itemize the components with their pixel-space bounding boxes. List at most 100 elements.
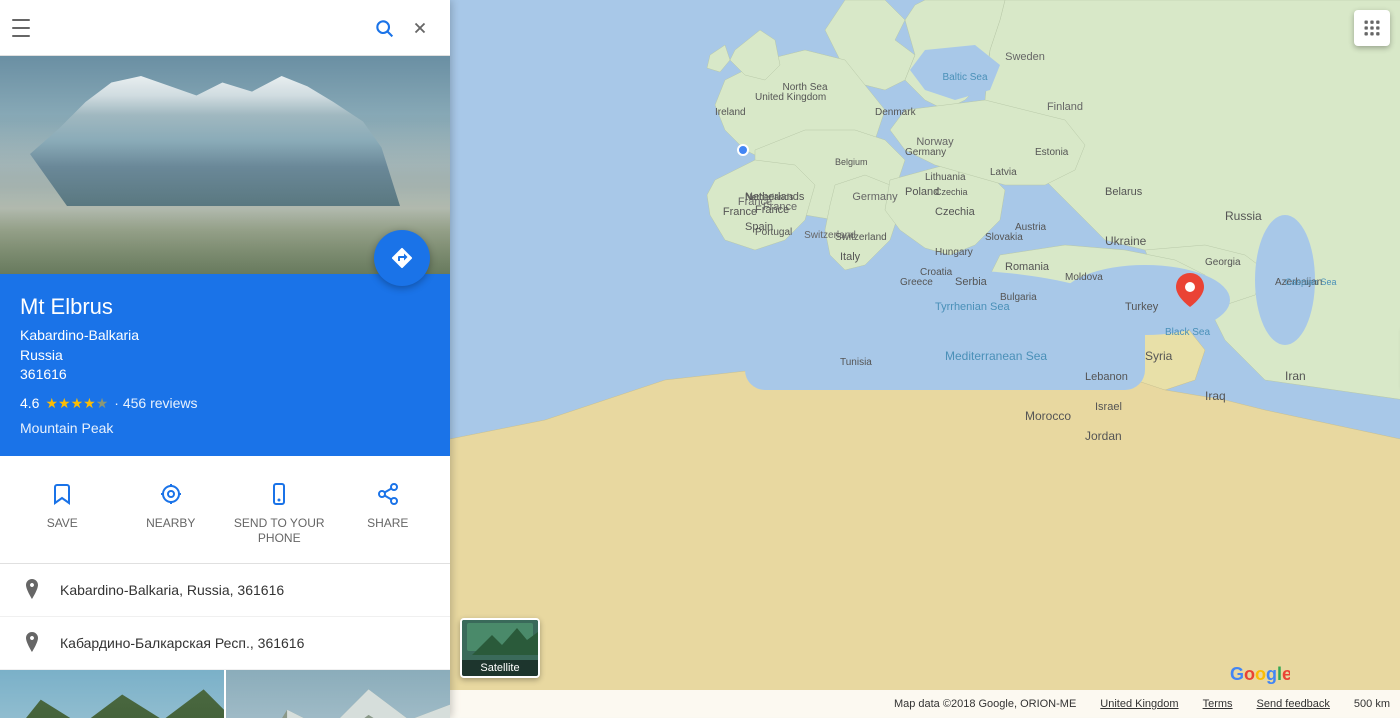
svg-text:Turkey: Turkey	[1125, 301, 1159, 313]
place-type: Mountain Peak	[20, 420, 430, 436]
left-panel: mount elbrus Directions	[0, 0, 450, 718]
svg-text:Mediterranean Sea: Mediterranean Sea	[945, 349, 1047, 363]
svg-text:Sweden: Sweden	[1005, 51, 1045, 63]
detail-address-ru: Кабардино-Балкарская Респ., 361616	[60, 635, 304, 651]
details-section: Kabardino-Balkaria, Russia, 361616 Кабар…	[0, 564, 450, 670]
svg-text:Ireland: Ireland	[715, 107, 746, 118]
send-action-button[interactable]: SEND TO YOUR PHONE	[225, 472, 334, 551]
svg-text:Jordan: Jordan	[1085, 429, 1122, 443]
action-buttons: SAVE NEARBY SEND	[0, 456, 450, 564]
svg-text:Estonia: Estonia	[1035, 147, 1069, 158]
share-label: SHARE	[367, 516, 408, 532]
send-label: SEND TO YOUR PHONE	[229, 516, 330, 547]
svg-text:Portugal: Portugal	[755, 227, 792, 238]
clear-button[interactable]	[402, 10, 438, 46]
map-svg: Norway Sweden Finland North Sea Baltic S…	[450, 0, 1400, 718]
svg-text:Syria: Syria	[1145, 349, 1173, 363]
svg-text:Lithuania: Lithuania	[925, 172, 966, 183]
google-logo: Google	[1230, 662, 1290, 686]
star-4: ★	[83, 395, 96, 412]
svg-text:Serbia: Serbia	[955, 276, 988, 288]
scale-text: 500 km	[1354, 698, 1390, 710]
svg-text:Google: Google	[1230, 664, 1290, 684]
search-input[interactable]: mount elbrus	[48, 19, 366, 37]
send-icon	[261, 476, 297, 512]
review-count: · 456 reviews	[114, 395, 197, 411]
place-address-line2: Russia	[20, 346, 430, 366]
united-kingdom-link[interactable]: United Kingdom	[1100, 698, 1178, 710]
svg-text:Netherlands: Netherlands	[745, 192, 794, 202]
svg-text:Morocco: Morocco	[1025, 409, 1071, 423]
hero-image: Directions	[0, 56, 450, 274]
svg-text:Romania: Romania	[1005, 261, 1050, 273]
svg-text:Switzerland: Switzerland	[835, 232, 887, 243]
location-icon-2	[20, 631, 44, 655]
svg-text:Belarus: Belarus	[1105, 186, 1143, 198]
svg-text:Baltic Sea: Baltic Sea	[942, 72, 987, 83]
footer-bar: Map data ©2018 Google, ORION-ME United K…	[450, 690, 1400, 718]
svg-text:Germany: Germany	[852, 191, 898, 203]
photo-2	[226, 670, 450, 718]
svg-text:Iran: Iran	[1285, 369, 1306, 383]
nearby-icon	[153, 476, 189, 512]
svg-text:Russia: Russia	[1225, 209, 1262, 223]
svg-text:Moldova: Moldova	[1065, 272, 1103, 283]
svg-text:United Kingdom: United Kingdom	[755, 92, 826, 103]
svg-text:Finland: Finland	[1047, 101, 1083, 113]
stars: ★ ★ ★ ★ ★	[45, 395, 108, 412]
svg-text:Austria: Austria	[1015, 222, 1047, 233]
share-action-button[interactable]: SHARE	[334, 472, 443, 551]
save-icon	[44, 476, 80, 512]
search-button[interactable]	[366, 10, 402, 46]
terms-link[interactable]: Terms	[1203, 698, 1233, 710]
save-action-button[interactable]: SAVE	[8, 472, 117, 551]
info-section: Mt Elbrus Kabardino-Balkaria Russia 3616…	[0, 274, 450, 456]
svg-text:France: France	[723, 206, 757, 218]
share-icon	[370, 476, 406, 512]
svg-text:Iraq: Iraq	[1205, 389, 1226, 403]
satellite-label: Satellite	[462, 660, 538, 676]
svg-text:Denmark: Denmark	[875, 107, 917, 118]
detail-address-en: Kabardino-Balkaria, Russia, 361616	[60, 582, 284, 598]
satellite-toggle[interactable]: Satellite	[460, 618, 540, 678]
svg-text:Czechia: Czechia	[935, 206, 976, 218]
svg-text:Greece: Greece	[900, 277, 933, 288]
star-3: ★	[71, 395, 84, 412]
star-2: ★	[58, 395, 71, 412]
send-feedback-link[interactable]: Send feedback	[1257, 698, 1330, 710]
nearby-label: NEARBY	[146, 516, 195, 532]
svg-text:Czechia: Czechia	[935, 187, 968, 197]
detail-address-en-row[interactable]: Kabardino-Balkaria, Russia, 361616	[0, 564, 450, 617]
svg-text:Slovakia: Slovakia	[985, 232, 1023, 243]
map-apps-button[interactable]	[1354, 10, 1390, 46]
place-address-line1: Kabardino-Balkaria	[20, 326, 430, 346]
svg-text:Israel: Israel	[1095, 401, 1122, 413]
star-5: ★	[96, 395, 109, 412]
directions-button[interactable]	[374, 230, 430, 286]
svg-text:France: France	[755, 204, 789, 216]
map-area[interactable]: Norway Sweden Finland North Sea Baltic S…	[450, 0, 1400, 718]
ratings-row: 4.6 ★ ★ ★ ★ ★ · 456 reviews	[20, 395, 430, 412]
nearby-action-button[interactable]: NEARBY	[117, 472, 226, 551]
svg-text:Germany: Germany	[905, 147, 946, 158]
svg-text:Hungary: Hungary	[935, 247, 973, 258]
search-bar: mount elbrus	[0, 0, 450, 56]
svg-text:Ukraine: Ukraine	[1105, 234, 1147, 248]
svg-text:Latvia: Latvia	[990, 167, 1017, 178]
svg-text:Georgia: Georgia	[1205, 257, 1241, 268]
save-label: SAVE	[47, 516, 78, 532]
detail-address-ru-row[interactable]: Кабардино-Балкарская Респ., 361616	[0, 617, 450, 670]
hamburger-icon[interactable]	[12, 16, 36, 40]
svg-text:Italy: Italy	[840, 251, 861, 263]
photos-section[interactable]: Photos	[0, 670, 450, 718]
svg-text:Belgium: Belgium	[835, 157, 868, 167]
star-1: ★	[45, 395, 58, 412]
place-address-line3: 361616	[20, 365, 430, 385]
svg-text:Lebanon: Lebanon	[1085, 371, 1128, 383]
map-data-text: Map data ©2018 Google, ORION-ME	[894, 698, 1076, 710]
photo-1: Photos	[0, 670, 224, 718]
svg-text:Tunisia: Tunisia	[840, 357, 872, 368]
svg-text:Caspian Sea: Caspian Sea	[1285, 277, 1337, 287]
location-icon	[20, 578, 44, 602]
svg-text:Black Sea: Black Sea	[1165, 327, 1210, 338]
